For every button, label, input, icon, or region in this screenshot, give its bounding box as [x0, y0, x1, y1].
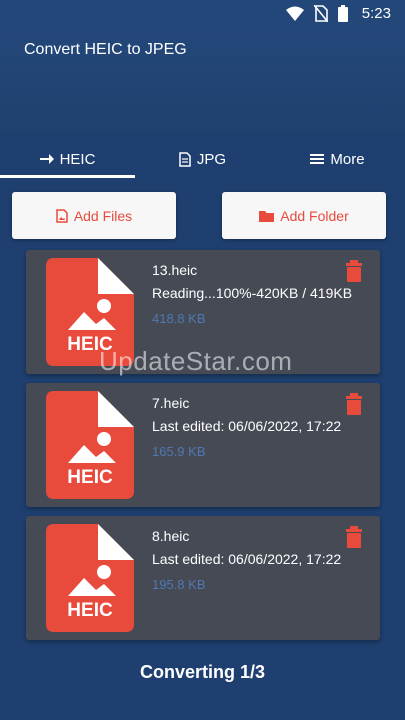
tab-heic-label: HEIC [59, 150, 96, 168]
delete-icon[interactable] [346, 526, 362, 548]
app-bar: Convert HEIC to JPEG [0, 28, 405, 132]
heic-badge-label: HEIC [67, 600, 113, 621]
clock: 5:23 [361, 5, 391, 22]
add-files-label: Add Files [73, 207, 133, 224]
arrow-right-icon [39, 154, 54, 164]
file-card[interactable]: HEIC 7.heic Last edited: 06/06/2022, 17:… [26, 383, 380, 507]
tab-jpg-label: JPG [196, 150, 227, 168]
tab-jpg[interactable]: JPG [135, 140, 270, 178]
file-size: 418.8 KB [152, 311, 206, 326]
file-size: 195.8 KB [152, 577, 206, 592]
file-name: 13.heic [152, 262, 198, 278]
delete-icon[interactable] [346, 260, 362, 282]
folder-icon [259, 210, 275, 222]
delete-icon[interactable] [346, 393, 362, 415]
image-file-icon [56, 208, 68, 223]
file-info: Last edited: 06/06/2022, 17:22 [152, 551, 342, 567]
file-info: Last edited: 06/06/2022, 17:22 [152, 418, 342, 434]
tab-heic[interactable]: HEIC [0, 140, 135, 178]
file-size: 165.9 KB [152, 444, 206, 459]
conversion-status: Converting 1/3 [139, 662, 266, 682]
add-folder-label: Add Folder [280, 207, 349, 224]
file-name: 8.heic [152, 528, 190, 544]
file-info: Reading...100%-420KB / 419KB [152, 285, 353, 301]
tab-more[interactable]: More [270, 140, 405, 178]
status-icons: 5:23 [285, 5, 391, 22]
add-files-button[interactable]: Add Files [12, 192, 176, 239]
tab-bar: HEIC JPG More [0, 140, 405, 178]
tab-more-label: More [330, 150, 365, 168]
battery-icon [337, 5, 348, 22]
status-bar: 5:23 [0, 0, 405, 28]
add-folder-button[interactable]: Add Folder [222, 192, 386, 239]
app-title: Convert HEIC to JPEG [24, 41, 187, 58]
list-icon [310, 154, 325, 164]
heic-badge-label: HEIC [67, 467, 113, 488]
wifi-icon [285, 6, 304, 21]
no-sim-icon [313, 5, 328, 22]
file-name: 7.heic [152, 395, 190, 411]
watermark: UpdateStar.com [99, 346, 293, 376]
file-card[interactable]: HEIC 8.heic Last edited: 06/06/2022, 17:… [26, 516, 380, 640]
document-icon [179, 151, 191, 167]
